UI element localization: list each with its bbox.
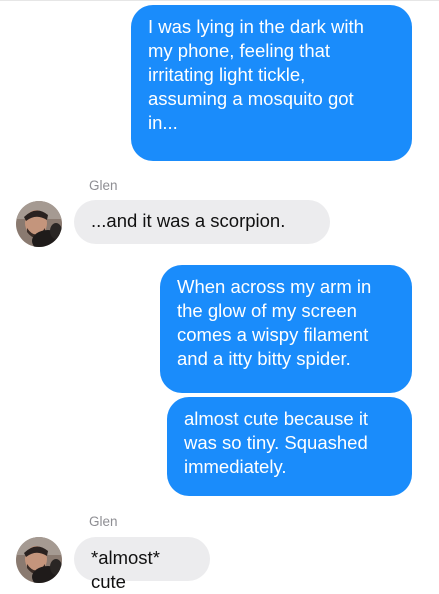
sent-message-bubble[interactable]: I was lying in the dark with my phone, f…: [131, 5, 412, 161]
sent-message-bubble[interactable]: almost cute because it was so tiny. Squa…: [167, 397, 412, 496]
contact-avatar-icon[interactable]: [16, 201, 62, 247]
received-message-bubble[interactable]: *almost* cute: [74, 537, 210, 592]
contact-avatar-icon[interactable]: [16, 537, 62, 583]
sent-message-bubble[interactable]: When across my arm in the glow of my scr…: [160, 265, 412, 393]
sender-name: Glen: [89, 178, 118, 193]
received-message-bubble[interactable]: ...and it was a scorpion.: [74, 200, 330, 244]
sender-name: Glen: [89, 514, 118, 529]
top-divider: [0, 0, 439, 1]
